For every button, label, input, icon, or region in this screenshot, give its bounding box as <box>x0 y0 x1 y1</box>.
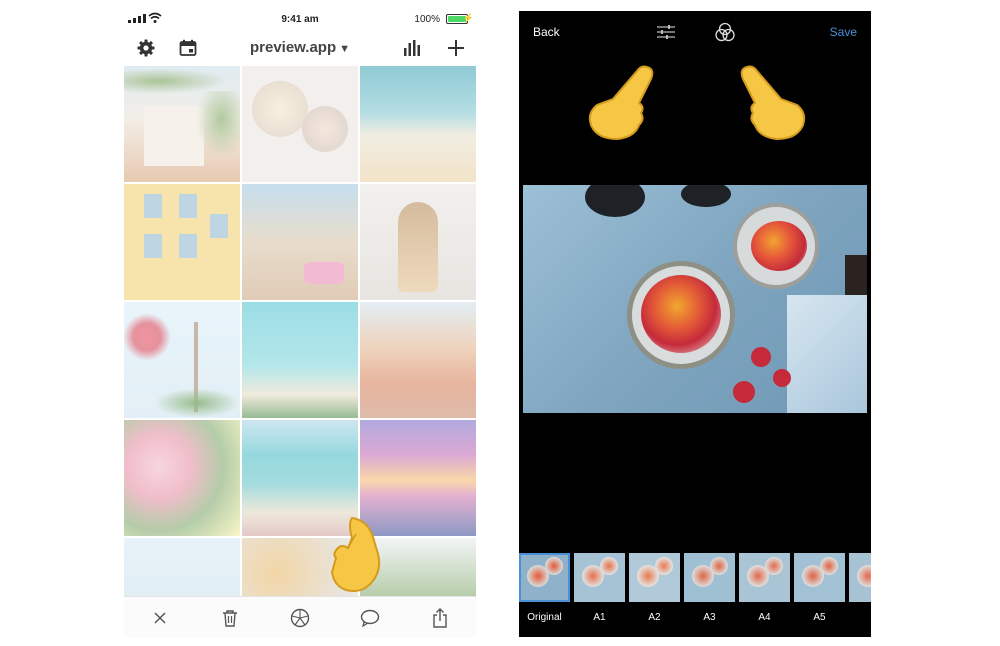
sliders-icon[interactable] <box>655 21 677 43</box>
filter-label: Original <box>527 612 562 623</box>
save-button[interactable]: Save <box>830 25 857 39</box>
filters-circles-icon[interactable] <box>714 21 736 43</box>
top-bar: preview.app ▼ <box>124 30 476 66</box>
editing-photo[interactable] <box>523 185 867 413</box>
filter-thumbnail <box>574 553 625 602</box>
trash-icon[interactable] <box>218 606 242 630</box>
pointing-hand-icon <box>740 65 806 141</box>
filter-thumbnail <box>684 553 735 602</box>
editor-top-bar: Back Save <box>519 11 871 55</box>
status-bar: 9:41 am 100% ⚡ <box>124 10 476 30</box>
selection-dim-overlay <box>124 66 476 596</box>
filter-a5[interactable]: A5 <box>794 553 845 623</box>
filter-label: A4 <box>758 612 771 623</box>
comment-icon[interactable] <box>358 606 382 630</box>
filter-thumbnail <box>794 553 845 602</box>
filter-thumbnail <box>519 553 570 602</box>
preview-app-grid-screen: 9:41 am 100% ⚡ preview.app ▼ <box>124 10 476 638</box>
filter-a3[interactable]: A3 <box>684 553 735 623</box>
filter-a4[interactable]: A4 <box>739 553 790 623</box>
close-icon[interactable] <box>148 606 172 630</box>
account-switcher[interactable]: preview.app ▼ <box>234 39 366 56</box>
filter-thumbnail <box>629 553 680 602</box>
filter-strip: Original A1 A2 A3 A4 A5 <box>519 551 871 637</box>
filter-label: A1 <box>593 612 606 623</box>
account-name: preview.app <box>249 39 337 56</box>
pointing-hand-icon <box>588 65 654 141</box>
battery-percent: 100% <box>414 14 440 25</box>
plus-icon[interactable] <box>444 36 468 60</box>
gear-icon[interactable] <box>134 36 158 60</box>
bar-chart-icon[interactable] <box>400 36 424 60</box>
chevron-down-icon: ▼ <box>339 43 351 55</box>
bottom-toolbar <box>124 596 476 638</box>
filter-a6-partial[interactable] <box>849 553 871 602</box>
share-icon[interactable] <box>428 606 452 630</box>
filter-thumbnail <box>739 553 790 602</box>
back-button[interactable]: Back <box>533 25 560 39</box>
filter-label: A2 <box>648 612 661 623</box>
pointing-hand-icon <box>330 516 381 592</box>
filter-original[interactable]: Original <box>519 553 570 623</box>
photo-editor-screen: Back Save Original A1 A2 A3 A4 A5 <box>519 11 871 637</box>
charging-icon: ⚡ <box>462 13 474 23</box>
filter-a2[interactable]: A2 <box>629 553 680 623</box>
filter-a1[interactable]: A1 <box>574 553 625 623</box>
calendar-icon[interactable] <box>176 36 200 60</box>
filter-thumbnail <box>849 553 871 602</box>
filter-label: A3 <box>703 612 716 623</box>
filter-wheel-icon[interactable] <box>288 606 312 630</box>
filter-label: A5 <box>813 612 826 623</box>
